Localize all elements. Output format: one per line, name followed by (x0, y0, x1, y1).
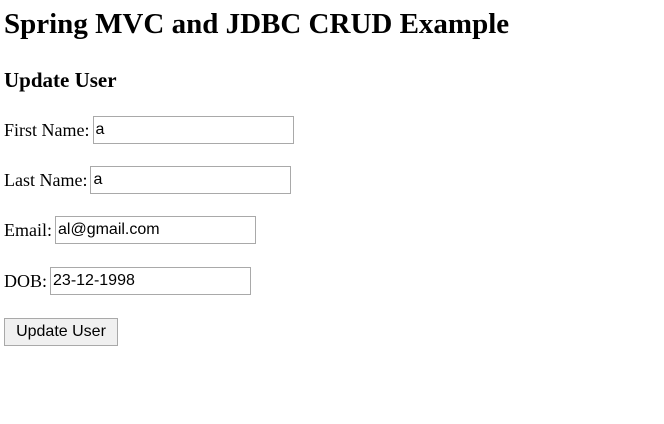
last-name-row: Last Name: (4, 166, 292, 194)
last-name-input[interactable] (90, 166, 292, 194)
email-label: Email: (4, 220, 52, 240)
page: Spring MVC and JDBC CRUD Example Update … (0, 0, 664, 424)
dob-label: DOB: (4, 271, 48, 291)
email-row: Email: (4, 216, 256, 244)
dob-row: DOB: (4, 267, 252, 295)
form-heading: Update User (4, 68, 117, 92)
first-name-row: First Name: (4, 116, 294, 144)
update-user-button[interactable]: Update User (4, 318, 118, 346)
email-input[interactable] (55, 216, 256, 244)
last-name-label: Last Name: (4, 170, 88, 190)
first-name-label: First Name: (4, 120, 90, 140)
page-title: Spring MVC and JDBC CRUD Example (4, 8, 510, 40)
first-name-input[interactable] (92, 116, 294, 144)
dob-input[interactable] (50, 267, 252, 295)
